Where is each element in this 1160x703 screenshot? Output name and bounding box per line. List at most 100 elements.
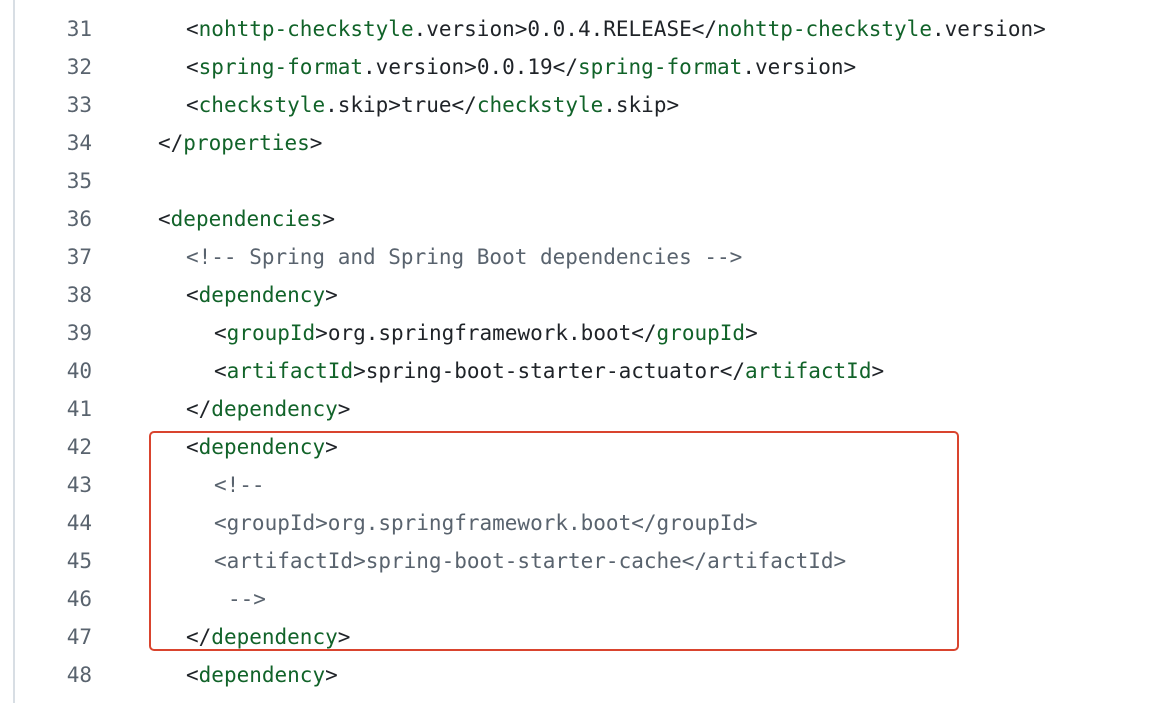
- xml-text: <: [186, 663, 199, 687]
- line-number[interactable]: 34: [0, 124, 92, 162]
- code-line: 31 <nohttp-checkstyle.version>0.0.4.RELEA…: [0, 10, 1160, 48]
- code-line: 48 <dependency>: [0, 656, 1160, 694]
- xml-text: >: [337, 397, 351, 421]
- line-code: <artifactId>spring-boot-starter-actuator…: [214, 352, 884, 390]
- code-line: 33 <checkstyle.skip>true</checkstyle.skip…: [0, 86, 1160, 124]
- line-number[interactable]: 31: [0, 10, 92, 48]
- xml-comment: -->: [228, 587, 266, 611]
- xml-text: .skip>true</: [325, 93, 477, 117]
- code-line: 46 -->: [0, 580, 1160, 618]
- xml-tag-name: dependency: [211, 397, 338, 421]
- code-line: 39 <groupId>org.springframework.boot</gro…: [0, 314, 1160, 352]
- line-number[interactable]: 40: [0, 352, 92, 390]
- line-number[interactable]: 45: [0, 542, 92, 580]
- xml-comment: <!--: [214, 473, 265, 497]
- xml-text: >: [337, 625, 351, 649]
- xml-text: >: [325, 435, 338, 459]
- xml-text: .version>: [742, 55, 857, 79]
- line-code: <!-- Spring and Spring Boot dependencies…: [186, 238, 742, 276]
- line-code: <groupId>org.springframework.boot</group…: [214, 504, 758, 542]
- xml-tag-name: dependency: [211, 625, 338, 649]
- code-lines: 31 <nohttp-checkstyle.version>0.0.4.RELEA…: [0, 10, 1160, 694]
- line-number[interactable]: 48: [0, 656, 92, 694]
- line-code: -->: [228, 580, 266, 618]
- code-line: 43 <!--: [0, 466, 1160, 504]
- line-number[interactable]: 46: [0, 580, 92, 618]
- line-code: <nohttp-checkstyle.version>0.0.4.RELEASE…: [186, 10, 1046, 48]
- xml-text: >org.springframework.boot</: [315, 321, 657, 345]
- xml-tag-name: spring-format: [198, 55, 364, 79]
- xml-tag-name: dependency: [198, 435, 326, 459]
- xml-text: .skip>: [603, 93, 680, 117]
- xml-tag-name: dependency: [198, 663, 326, 687]
- xml-tag-name: artifactId: [226, 359, 354, 383]
- xml-text: >: [325, 663, 338, 687]
- line-number[interactable]: 32: [0, 48, 92, 86]
- line-code: <artifactId>spring-boot-starter-cache</a…: [214, 542, 846, 580]
- xml-text: >spring-boot-starter-actuator</: [353, 359, 746, 383]
- xml-text: >: [322, 207, 336, 231]
- xml-tag-name: nohttp-checkstyle: [198, 17, 414, 41]
- line-number[interactable]: 43: [0, 466, 92, 504]
- xml-text: <: [186, 17, 199, 41]
- code-line: 45 <artifactId>spring-boot-starter-cache<…: [0, 542, 1160, 580]
- line-number[interactable]: 38: [0, 276, 92, 314]
- xml-tag-name: dependency: [198, 283, 326, 307]
- xml-text: >: [871, 359, 885, 383]
- line-number[interactable]: 36: [0, 200, 92, 238]
- xml-text: <: [186, 93, 199, 117]
- xml-tag-name: artifactId: [745, 359, 872, 383]
- line-code: </dependency>: [186, 390, 350, 428]
- line-code: <dependency>: [186, 656, 338, 694]
- line-number[interactable]: 35: [0, 162, 92, 200]
- code-line: 47 </dependency>: [0, 618, 1160, 656]
- xml-text: .version>0.0.4.RELEASE</: [413, 17, 718, 41]
- code-line: 35: [0, 162, 1160, 200]
- code-line: 41 </dependency>: [0, 390, 1160, 428]
- line-number[interactable]: 47: [0, 618, 92, 656]
- xml-text: <: [186, 435, 199, 459]
- xml-tag-name: checkstyle: [198, 93, 326, 117]
- xml-tag-name: checkstyle: [476, 93, 604, 117]
- xml-comment: <artifactId>spring-boot-starter-cache</a…: [214, 549, 847, 573]
- code-line: 36 <dependencies>: [0, 200, 1160, 238]
- xml-text: .version>: [931, 17, 1046, 41]
- line-number[interactable]: 44: [0, 504, 92, 542]
- code-viewer: 31 <nohttp-checkstyle.version>0.0.4.RELEA…: [0, 0, 1160, 703]
- xml-tag-name: nohttp-checkstyle: [717, 17, 932, 41]
- xml-text: .version>0.0.19</: [363, 55, 578, 79]
- line-code: <dependencies>: [158, 200, 335, 238]
- xml-tag-name: spring-format: [577, 55, 743, 79]
- xml-text: >: [745, 321, 758, 345]
- xml-text: </: [186, 397, 212, 421]
- xml-text: </: [186, 625, 212, 649]
- line-code: </dependency>: [186, 618, 350, 656]
- line-number[interactable]: 37: [0, 238, 92, 276]
- xml-tag-name: properties: [183, 131, 310, 155]
- code-line: 42 <dependency>: [0, 428, 1160, 466]
- line-number[interactable]: 41: [0, 390, 92, 428]
- line-code: </properties>: [158, 124, 322, 162]
- xml-text: >: [325, 283, 338, 307]
- line-number[interactable]: 33: [0, 86, 92, 124]
- line-code: <!--: [214, 466, 265, 504]
- xml-tag-name: groupId: [226, 321, 316, 345]
- line-number[interactable]: 42: [0, 428, 92, 466]
- xml-text: >: [309, 131, 323, 155]
- xml-tag-name: dependencies: [170, 207, 323, 231]
- line-code: <checkstyle.skip>true</checkstyle.skip>: [186, 86, 679, 124]
- xml-text: <: [214, 321, 227, 345]
- line-code: <dependency>: [186, 276, 338, 314]
- xml-text: <: [186, 55, 199, 79]
- xml-comment: <!-- Spring and Spring Boot dependencies…: [186, 245, 743, 269]
- xml-text: <: [186, 283, 199, 307]
- xml-comment: <groupId>org.springframework.boot</group…: [214, 511, 758, 535]
- code-line: 34 </properties>: [0, 124, 1160, 162]
- line-number[interactable]: 39: [0, 314, 92, 352]
- code-line: 38 <dependency>: [0, 276, 1160, 314]
- code-line: 40 <artifactId>spring-boot-starter-actuat…: [0, 352, 1160, 390]
- xml-tag-name: groupId: [656, 321, 746, 345]
- code-line: 37 <!-- Spring and Spring Boot dependenci…: [0, 238, 1160, 276]
- code-line: 32 <spring-format.version>0.0.19</spring-…: [0, 48, 1160, 86]
- line-code: <groupId>org.springframework.boot</group…: [214, 314, 758, 352]
